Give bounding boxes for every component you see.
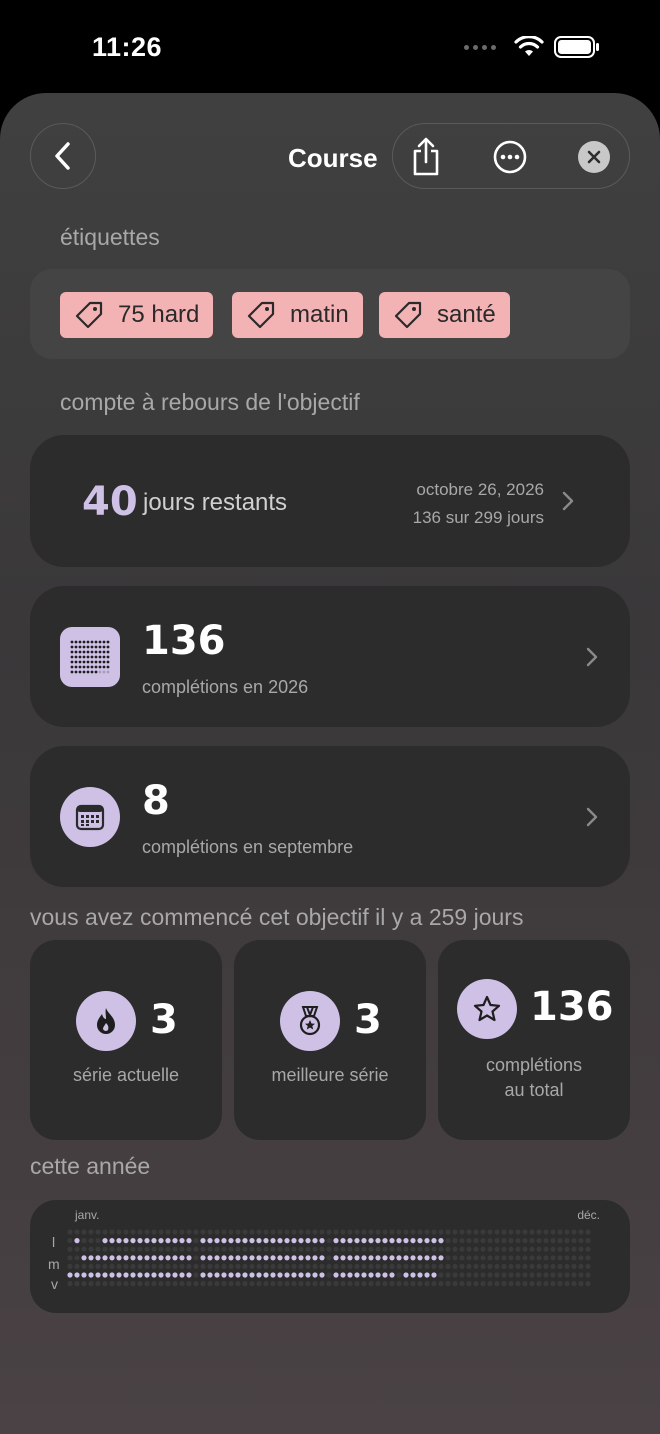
tags-label: étiquettes [60,224,160,250]
days-remaining-value: 40 [82,479,138,525]
tag-label: 75 hard [118,301,200,328]
wifi-icon [514,36,544,56]
share-button[interactable] [405,136,447,178]
tag-icon [394,301,422,329]
year-label: cette année [30,1153,151,1179]
status-bar: 11:26 [0,0,660,95]
month-completions-value: 8 [142,778,170,824]
status-time: 11:26 [92,32,163,62]
days-progress: 136 sur 299 jours [412,508,544,527]
row-label-m: m [48,1256,60,1272]
more-options-button[interactable] [489,136,531,178]
best-streak-value: 3 [354,997,382,1043]
tag-icon [247,301,275,329]
current-streak-label: série actuelle [72,1065,180,1085]
days-remaining-text: jours restants [143,489,288,516]
tag-label: matin [290,301,349,328]
calendar-icon [60,787,120,847]
started-label: vous avez commencé cet objectif il y a 2… [30,904,524,930]
row-label-v: v [51,1276,58,1292]
countdown-card[interactable]: 40 jours restants octobre 26, 2026 136 s… [30,435,630,567]
star-icon [457,979,517,1039]
flame-icon [76,991,136,1051]
countdown-label: compte à rebours de l'objectif [60,389,360,415]
medal-icon [280,991,340,1051]
chevron-right-icon [586,807,598,827]
total-completions-label-2: au total [504,1080,564,1100]
page-title: Course [288,143,378,173]
row-label-l: l [52,1234,56,1250]
tag-label: santé [437,301,496,328]
tags-container: 75 hard matin santé [30,269,630,359]
year-completions-caption: complétions en 2026 [142,677,309,697]
tag-75-hard[interactable]: 75 hard [60,292,214,338]
tag-icon [75,301,103,329]
tag-matin[interactable]: matin [232,292,363,338]
total-completions-label-1: complétions [485,1055,583,1075]
goal-detail-sheet: Course étiquettes 75 hard matin santé co… [0,93,660,1434]
current-streak-card: 3 série actuelle [30,940,222,1140]
chevron-right-icon [562,491,574,511]
chevron-right-icon [586,647,598,667]
close-icon [578,141,610,173]
total-completions-value: 136 [530,984,614,1030]
target-date: octobre 26, 2026 [416,480,544,499]
chevron-left-icon [55,142,70,170]
best-streak-card: 3 meilleure série [234,940,426,1140]
dot-grid-icon [60,627,120,687]
more-icon [493,140,527,174]
year-heatmap[interactable]: janv. déc. l m v [30,1200,630,1313]
share-icon [413,137,439,176]
tag-sante[interactable]: santé [379,292,510,338]
close-button[interactable] [573,136,615,178]
month-completions-caption: complétions en septembre [142,837,354,857]
current-streak-value: 3 [150,997,178,1043]
year-completions-card[interactable]: 136 complétions en 2026 [30,586,630,727]
back-button[interactable] [30,123,96,189]
total-completions-card: 136 complétions au total [438,940,630,1140]
end-month-label: déc. [577,1208,600,1222]
year-completions-value: 136 [142,618,226,664]
start-month-label: janv. [75,1208,100,1222]
status-icons [464,36,600,58]
signal-icon [464,44,496,50]
month-completions-card[interactable]: 8 complétions en septembre [30,746,630,887]
heatmap-dots [67,1229,591,1287]
battery-icon [554,36,599,58]
best-streak-label: meilleure série [271,1065,389,1085]
header-actions [392,123,630,189]
